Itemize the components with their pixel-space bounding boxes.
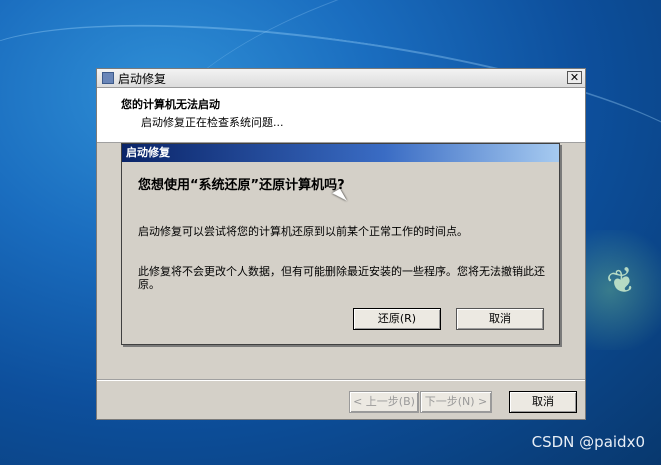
watermark: CSDN @paidx0: [531, 433, 645, 451]
header-title: 您的计算机无法启动: [121, 98, 220, 111]
next-button[interactable]: 下一步(N) >: [420, 391, 492, 413]
restore-button[interactable]: 还原(R): [353, 308, 441, 330]
close-icon[interactable]: ✕: [567, 71, 582, 84]
dialog-question: 您想使用“系统还原”还原计算机吗?: [138, 178, 345, 193]
window-title: 启动修复: [118, 71, 167, 86]
wizard-header: 您的计算机无法启动 启动修复正在检查系统问题...: [97, 88, 585, 143]
dialog-paragraph-1: 启动修复可以尝试将您的计算机还原到以前某个正常工作的时间点。: [138, 225, 468, 238]
system-restore-dialog: 启动修复 您想使用“系统还原”还原计算机吗? 启动修复可以尝试将您的计算机还原到…: [121, 143, 560, 345]
header-subtitle: 启动修复正在检查系统问题...: [141, 116, 284, 129]
dialog-cancel-button[interactable]: 取消: [456, 308, 544, 330]
app-icon: [102, 72, 114, 84]
window-titlebar: 启动修复 ✕: [97, 69, 585, 88]
cancel-button[interactable]: 取消: [509, 391, 577, 413]
footer-divider: [97, 379, 585, 381]
dialog-title: 启动修复: [122, 144, 559, 162]
back-button[interactable]: < 上一步(B): [349, 391, 419, 413]
dialog-paragraph-2: 此修复将不会更改个人数据，但有可能删除最近安装的一些程序。您将无法撤销此还原。: [138, 265, 545, 291]
